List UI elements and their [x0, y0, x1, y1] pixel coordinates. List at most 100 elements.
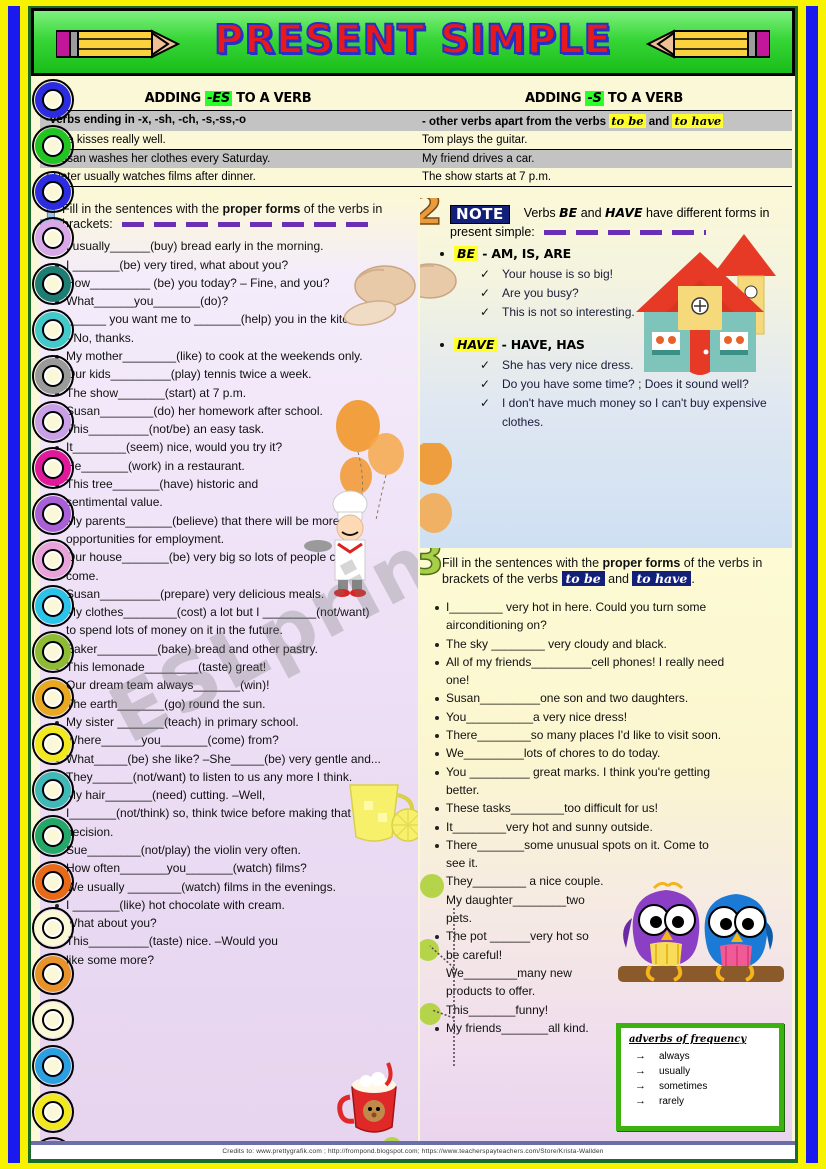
list-item: Sue________(not/play) the violin very of…: [54, 842, 410, 859]
list-item: Do you have some time? ; Does it sound w…: [480, 375, 782, 394]
list-item: better.: [446, 782, 480, 797]
be-inline: BE: [559, 205, 578, 220]
list-item: I _______(like) hot chocolate with cream…: [54, 897, 410, 914]
list-item: opportunities for employment.: [66, 531, 225, 546]
list-item: - No, thanks.: [66, 330, 135, 345]
list-item: airconditioning on?: [446, 618, 547, 633]
rule-cell-s: - other verbs apart from the verbs to be…: [422, 114, 724, 128]
list-item: My daughter________two: [446, 892, 585, 907]
decorative-ring: [31, 446, 75, 490]
list-item: Your house is so big!: [480, 265, 782, 284]
decorative-ring: [31, 814, 75, 858]
balloons-right-icon: [420, 443, 452, 533]
table-row: • Peter usually watches films after dinn…: [40, 168, 792, 186]
list-item: What_____(be) she like? –She_____(be) ve…: [54, 751, 410, 768]
decorative-ring: [31, 492, 75, 536]
be-have-list: BE - AM, IS, ARE Your house is so big! A…: [420, 245, 792, 432]
list-item: What about you?: [66, 916, 157, 931]
adverbs-of-frequency-box: adverbs of frequency always usually some…: [616, 1023, 784, 1131]
decorative-ring: [31, 1090, 75, 1134]
table-header-s: ADDING -S TO A VERB: [524, 91, 684, 106]
pencil-icon-right: [645, 29, 770, 59]
table-header-es: ADDING -ES TO A VERB: [144, 91, 312, 106]
decorative-ring: [31, 584, 75, 628]
to-have-tag: to have: [672, 114, 724, 128]
list-item: sentimental value.: [66, 495, 163, 510]
exercise-1-panel: 1 Fill in the sentences with the proper …: [40, 198, 418, 1147]
ex3-to-be-tag: to be: [561, 571, 605, 586]
list-item: What______you_______(do)?: [54, 293, 410, 310]
example-cell-es: • Susan washes her clothes every Saturda…: [46, 153, 271, 165]
exercise-1-instruction: 1 Fill in the sentences with the proper …: [40, 198, 418, 233]
decorative-ring: [31, 354, 75, 398]
exercise-number-3: 3: [420, 548, 445, 585]
note-dashes: [544, 224, 716, 241]
decorative-ring: [31, 400, 75, 444]
decorative-ring: [31, 952, 75, 996]
exercise-3-sentences: I________ very hot in here. Could you tu…: [420, 599, 792, 1037]
table-row: • She kisses really well. Tom plays the …: [40, 131, 792, 149]
list-item: These tasks________too difficult for us!: [434, 800, 784, 817]
list-item: This_______funny!: [434, 1002, 784, 1019]
rule-cell-es: -verbs ending in -x, -sh, -ch, -s,-ss,-o: [46, 114, 246, 126]
list-item: We_________lots of chores to do today.: [434, 745, 784, 762]
list-item: The earth_______(go) round the sun.: [54, 696, 410, 713]
list-item: It________very hot and sunny outside.: [434, 819, 784, 836]
have-tag: HAVE: [454, 337, 498, 353]
decorative-ring: [31, 998, 75, 1042]
be-forms: - AM, IS, ARE: [478, 246, 571, 262]
list-item: see it.: [446, 856, 479, 871]
note-intro: 2 NOTE Verbs BE and HAVE have different …: [420, 198, 792, 241]
decorative-ring: [31, 78, 75, 122]
list-item: Our house_______(be) very big so lots of…: [54, 549, 410, 566]
have-inline: HAVE: [605, 205, 643, 220]
exercise-1-sentences: I usually______(buy) bread early in the …: [40, 238, 418, 969]
decorative-ring: [31, 768, 75, 812]
decorative-ring: [31, 860, 75, 904]
table-row: • Susan washes her clothes every Saturda…: [40, 149, 792, 168]
decorative-ring: [31, 722, 75, 766]
list-item: I________ very hot in here. Could you tu…: [434, 599, 784, 616]
decorative-ring: [31, 676, 75, 720]
example-cell-es: • Peter usually watches films after dinn…: [46, 171, 256, 183]
list-item: We________many new: [446, 965, 572, 980]
list-item: pets.: [446, 911, 473, 926]
worksheet-content: ADDING -ES TO A VERB ADDING -S TO A VERB…: [40, 86, 792, 1147]
list-item: be careful!: [446, 947, 503, 962]
list-item: You__________a very nice dress!: [434, 709, 784, 726]
s-highlight: -S: [585, 91, 604, 106]
worksheet-page: PRESENT SIMPLE ADDING -ES TO A VERB ADDI…: [0, 0, 826, 1169]
list-item: All of my friends_________cell phones! I…: [434, 654, 784, 671]
list-item: The pot ______very hot so: [434, 928, 784, 945]
decorative-ring-column: [31, 78, 77, 1159]
list-item: My clothes________(cost) a lot but I ___…: [54, 604, 410, 621]
credits-text: Credits to: www.prettygrafik.com ; http:…: [31, 1145, 795, 1159]
list-item: Susan_________one son and two daughters.: [434, 690, 784, 707]
be-examples: Your house is so big! Are you busy? This…: [454, 265, 782, 322]
list-item: Where______you_______(come) from?: [54, 732, 410, 749]
list-item: Are you busy?: [480, 284, 782, 303]
list-item: like some more?: [66, 952, 155, 967]
table-rule-row: -verbs ending in -x, -sh, -ch, -s,-ss,-o…: [40, 110, 792, 131]
have-forms: - HAVE, HAS: [497, 337, 585, 353]
list-item: come.: [66, 568, 99, 583]
decorative-ring: [31, 1044, 75, 1088]
list-item: This lemonade________(taste) great!: [54, 659, 410, 676]
list-item: The show_______(start) at 7 p.m.: [54, 385, 410, 402]
list-item: Baker_________(bake) bread and other pas…: [54, 641, 410, 658]
table-header-row: ADDING -ES TO A VERB ADDING -S TO A VERB: [40, 86, 792, 110]
decorative-ring: [31, 124, 75, 168]
exercise-2-note-panel: 2 NOTE Verbs BE and HAVE have different …: [420, 198, 792, 548]
have-entry: HAVE - HAVE, HAS She has very nice dress…: [438, 336, 782, 432]
list-item: They________ a nice couple.: [434, 873, 784, 890]
to-be-tag: to be: [609, 114, 646, 128]
list-item: one!: [446, 673, 470, 688]
example-cell-es: • She kisses really well.: [46, 134, 166, 146]
decorative-ring: [31, 538, 75, 582]
list-item: There________so many places I'd like to …: [434, 727, 784, 744]
be-entry: BE - AM, IS, ARE Your house is so big! A…: [438, 245, 782, 322]
list-item: My mother________(like) to cook at the w…: [54, 348, 410, 365]
example-cell-s: The show starts at 7 p.m.: [422, 171, 552, 183]
list-item: We usually ________(watch) films in the …: [54, 879, 410, 896]
list-item: Our dream team always_______(win)!: [54, 677, 410, 694]
